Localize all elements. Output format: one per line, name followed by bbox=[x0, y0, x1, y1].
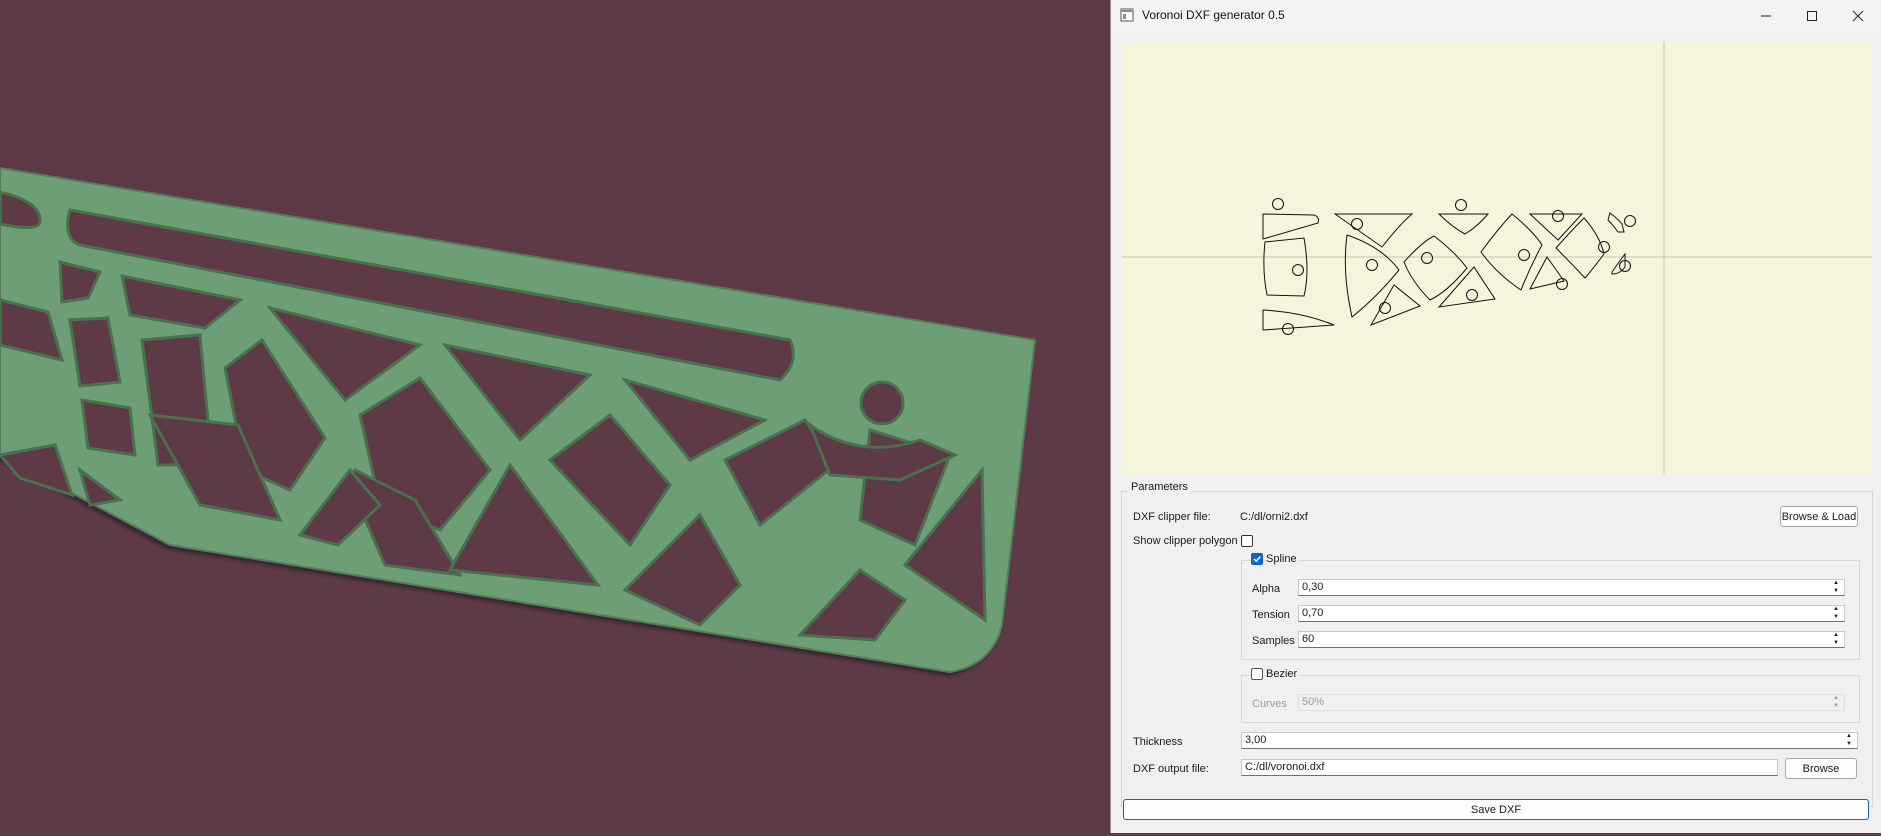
spin-up-icon[interactable]: ▲ bbox=[1843, 733, 1855, 740]
bezier-checkbox[interactable] bbox=[1251, 668, 1263, 680]
clipper-file-path: C:/dl/orni2.dxf bbox=[1240, 511, 1308, 523]
parameters-group-title: Parameters bbox=[1128, 481, 1191, 493]
thickness-spinner[interactable]: ▲ ▼ bbox=[1843, 733, 1855, 748]
show-clipper-label: Show clipper polygon bbox=[1133, 535, 1238, 547]
3d-preview-viewport[interactable] bbox=[0, 0, 1110, 833]
alpha-label: Alpha bbox=[1252, 583, 1281, 595]
spline-checkbox[interactable] bbox=[1251, 553, 1263, 565]
spin-down-icon[interactable]: ▼ bbox=[1830, 614, 1842, 621]
alpha-input[interactable]: 0,30 bbox=[1298, 579, 1845, 596]
voronoi-cells bbox=[1262, 212, 1626, 331]
spline-label: Spline bbox=[1266, 553, 1299, 565]
save-dxf-button[interactable]: Save DXF bbox=[1123, 799, 1869, 820]
window-title: Voronoi DXF generator 0.5 bbox=[1142, 8, 1285, 22]
show-clipper-checkbox[interactable] bbox=[1241, 535, 1253, 547]
checkmark-icon bbox=[1253, 556, 1261, 563]
curves-input[interactable]: 50% bbox=[1298, 694, 1845, 711]
minimize-icon bbox=[1761, 15, 1771, 16]
tension-spinner[interactable]: ▲ ▼ bbox=[1830, 606, 1842, 621]
browse-load-button[interactable]: Browse & Load bbox=[1780, 506, 1858, 527]
spin-down-icon[interactable]: ▼ bbox=[1843, 741, 1855, 748]
output-file-input[interactable]: C:/dl/voronoi.dxf bbox=[1241, 759, 1778, 776]
tension-label: Tension bbox=[1252, 609, 1290, 621]
bezier-label: Bezier bbox=[1266, 668, 1300, 680]
spin-down-icon[interactable]: ▼ bbox=[1830, 588, 1842, 595]
curves-spinner[interactable]: ▲ ▼ bbox=[1830, 695, 1842, 710]
maximize-icon bbox=[1807, 10, 1817, 21]
alpha-spinner[interactable]: ▲ ▼ bbox=[1830, 580, 1842, 595]
spin-down-icon[interactable]: ▼ bbox=[1830, 640, 1842, 647]
voronoi-app-window: Voronoi DXF generator 0.5 Parameters DXF… bbox=[1110, 0, 1881, 833]
voronoi-plate-render bbox=[0, 166, 1037, 674]
app-window-icon bbox=[1120, 8, 1134, 22]
output-file-label: DXF output file: bbox=[1133, 763, 1209, 775]
clipper-file-label: DXF clipper file: bbox=[1133, 511, 1211, 523]
title-bar[interactable]: Voronoi DXF generator 0.5 bbox=[1111, 0, 1881, 31]
voronoi-preview-drawing bbox=[1122, 42, 1872, 474]
thickness-input[interactable]: 3,00 bbox=[1241, 732, 1858, 749]
spin-down-icon[interactable]: ▼ bbox=[1830, 703, 1842, 710]
minimize-button[interactable] bbox=[1743, 0, 1789, 31]
browse-output-button[interactable]: Browse bbox=[1785, 758, 1857, 779]
samples-label: Samples bbox=[1252, 635, 1295, 647]
close-icon bbox=[1852, 10, 1864, 21]
samples-spinner[interactable]: ▲ ▼ bbox=[1830, 632, 1842, 647]
samples-input[interactable]: 60 bbox=[1298, 631, 1845, 648]
voronoi-holes bbox=[1272, 198, 1636, 335]
tension-input[interactable]: 0,70 bbox=[1298, 605, 1845, 622]
plate-round-hole bbox=[859, 380, 905, 426]
spin-up-icon[interactable]: ▲ bbox=[1830, 632, 1842, 639]
thickness-label: Thickness bbox=[1133, 736, 1183, 748]
spin-up-icon[interactable]: ▲ bbox=[1830, 606, 1842, 613]
spin-up-icon[interactable]: ▲ bbox=[1830, 580, 1842, 587]
maximize-button[interactable] bbox=[1789, 0, 1835, 31]
spin-up-icon[interactable]: ▲ bbox=[1830, 695, 1842, 702]
curves-label: Curves bbox=[1252, 698, 1287, 710]
preview-canvas[interactable] bbox=[1122, 42, 1872, 474]
close-button[interactable] bbox=[1835, 0, 1881, 31]
